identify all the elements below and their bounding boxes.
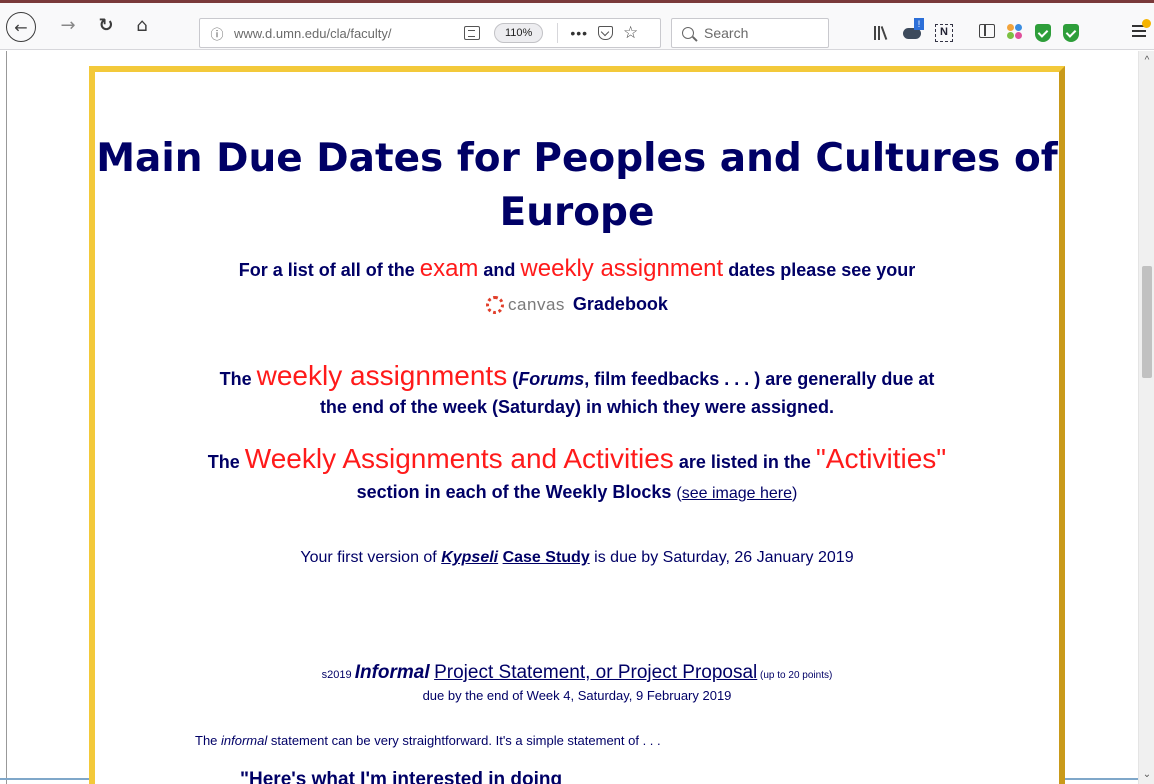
p2-forums: Forums (518, 369, 585, 389)
p6-text-post: statement can be very straightforward. I… (267, 733, 661, 748)
extension-colors-icon[interactable] (1007, 24, 1025, 42)
sidebar-toggle-icon[interactable] (979, 24, 995, 38)
search-icon (682, 27, 694, 39)
canvas-logo[interactable]: canvas (486, 295, 565, 315)
weekly-assignments-paragraph: The weekly assignments (Forums, film fee… (95, 362, 1059, 421)
project-proposal-link[interactable]: Project Statement, or Project Proposal (434, 662, 757, 683)
p1-text-post: dates please see your (723, 260, 916, 280)
scrollbar-thumb[interactable] (1142, 266, 1152, 378)
exam-dates-paragraph: For a list of all of the exam and weekly… (95, 255, 1059, 284)
p5-points: (up to 20 points) (757, 670, 833, 681)
bookmark-star-icon[interactable]: ☆ (623, 23, 638, 43)
content-frame: Main Due Dates for Peoples and Cultures … (89, 66, 1065, 784)
p2-paren: ( (507, 369, 519, 389)
p1-exam-highlight: exam (419, 255, 479, 282)
informal-statement-paragraph: The informal statement can be very strai… (195, 733, 661, 748)
zoom-level-badge[interactable]: 110% (494, 23, 544, 43)
p2-text-rest: , film feedbacks . . . ) are generally d… (584, 369, 935, 389)
scroll-down-arrow-icon[interactable]: ⌄ (1139, 769, 1154, 780)
shield-check-icon[interactable] (1035, 24, 1051, 42)
project-proposal-due-date: due by the end of Week 4, Saturday, 9 Fe… (422, 688, 732, 703)
update-badge-icon (1142, 19, 1151, 28)
canvas-gradebook-line: canvas Gradebook (95, 294, 1059, 315)
p4-text-pre: Your first version of (300, 549, 442, 566)
p2-weekly-highlight: weekly assignments (256, 360, 508, 391)
url-bar[interactable]: ⓘ www.d.umn.edu/cla/faculty/ 110% ••• ☆ (199, 18, 661, 48)
p1-text-mid: and (478, 260, 521, 280)
back-button[interactable]: ← (6, 12, 36, 42)
home-icon: ⌂ (136, 14, 148, 36)
reload-button[interactable]: ↻ (94, 13, 118, 37)
p1-weekly-highlight: weekly assignment (520, 255, 724, 282)
p2-text-pre: The (219, 369, 257, 389)
hamburger-menu-icon[interactable] (1132, 19, 1151, 37)
scroll-up-arrow-icon[interactable]: ^ (1139, 55, 1154, 66)
canvas-logo-icon (486, 296, 505, 315)
extension-cloud-icon[interactable]: ! (903, 18, 924, 40)
home-button[interactable]: ⌂ (130, 13, 154, 37)
kypseli-due-paragraph: Your first version of Kypseli Case Study… (95, 549, 1059, 567)
case-study-link[interactable]: Case Study (503, 549, 590, 566)
pocket-icon[interactable] (598, 26, 614, 40)
search-placeholder: Search (704, 25, 749, 41)
library-icon[interactable] (872, 24, 890, 42)
project-proposal-paragraph: s2019 Informal Project Statement, or Pro… (95, 662, 1059, 684)
site-info-icon[interactable]: ⓘ (206, 24, 228, 43)
gradebook-label: Gradebook (572, 294, 668, 314)
p5-informal: Informal (354, 662, 430, 683)
browser-toolbar: ← → ↻ ⌂ ⓘ www.d.umn.edu/cla/faculty/ 110… (0, 0, 1154, 50)
p2-line2: the end of the week (Saturday) in which … (319, 397, 835, 417)
activities-paragraph: The Weekly Assignments and Activities ar… (95, 444, 1059, 509)
p5-s2019: s2019 (321, 669, 355, 681)
p3-activities-highlight: "Activities" (815, 443, 947, 474)
page-title: Main Due Dates for Peoples and Cultures … (96, 136, 1058, 235)
p4-text-post: is due by Saturday, 26 January 2019 (589, 549, 854, 566)
p1-text-pre: For a list of all of the (238, 260, 420, 280)
p3-line2: section in each of the Weekly Blocks (356, 482, 677, 502)
p3-text-mid: are listed in the (673, 452, 816, 472)
window-left-edge (0, 51, 7, 784)
back-arrow-icon: ← (14, 17, 28, 37)
canvas-logo-text: canvas (508, 295, 565, 315)
reader-view-icon[interactable] (464, 26, 480, 40)
forward-arrow-icon: → (60, 14, 76, 36)
url-text[interactable]: www.d.umn.edu/cla/faculty/ (234, 26, 444, 41)
p3-weekly-highlight: Weekly Assignments and Activities (244, 443, 674, 474)
reload-icon: ↻ (98, 14, 114, 36)
page-actions-menu-icon[interactable]: ••• (570, 25, 588, 41)
p6-informal: informal (221, 733, 268, 748)
see-image-link[interactable]: see image here (682, 485, 792, 502)
search-bar[interactable]: Search (671, 18, 829, 48)
forward-button[interactable]: → (56, 13, 80, 37)
url-separator (557, 23, 559, 43)
p3-text-pre: The (207, 452, 245, 472)
extension-n-icon[interactable]: N (935, 24, 953, 42)
p6-text-pre: The (195, 733, 222, 748)
shield-check-icon-2[interactable] (1063, 24, 1079, 42)
kypseli-link[interactable]: Kypseli (441, 549, 498, 566)
p3-link-close: ) (792, 485, 798, 502)
vertical-scrollbar[interactable]: ^ ⌄ (1138, 51, 1154, 784)
quote-heading: "Here's what I'm interested in doing (240, 769, 563, 784)
